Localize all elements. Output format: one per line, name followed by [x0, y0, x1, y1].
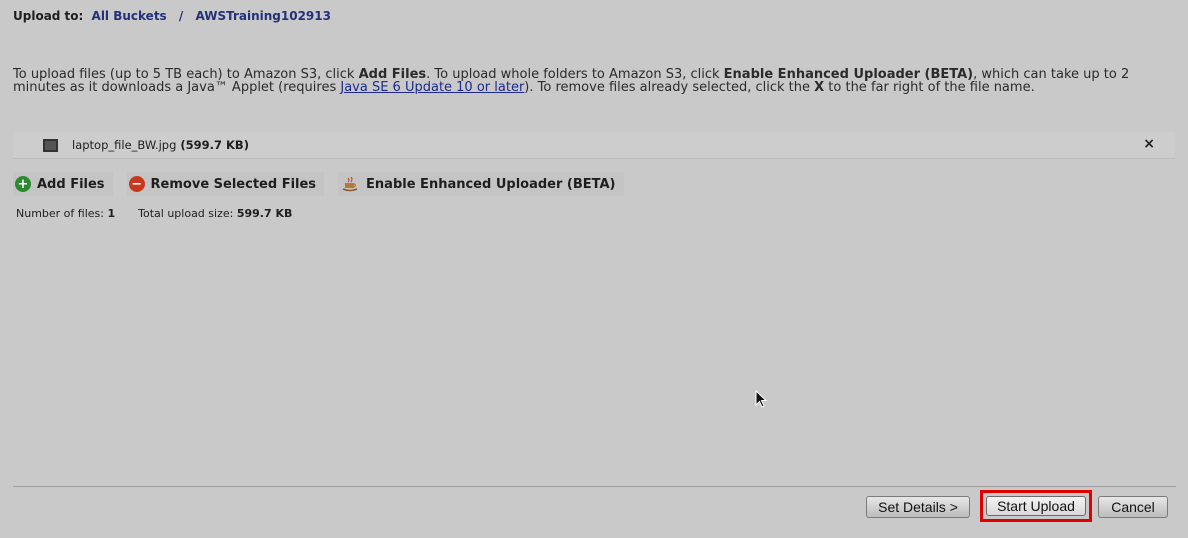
file-count-label: Number of files: — [16, 207, 104, 220]
intro-text-4: ). To remove files already selected, cli… — [524, 80, 815, 95]
set-details-button[interactable]: Set Details > — [866, 496, 970, 518]
java-icon — [340, 176, 360, 192]
intro-x: X — [814, 80, 825, 95]
enhanced-uploader-label: Enable Enhanced Uploader (BETA) — [366, 176, 616, 192]
file-toolbar: + Add Files − Remove Selected Files Enab… — [13, 172, 638, 196]
start-upload-label: Start Upload — [986, 496, 1086, 516]
image-file-icon — [43, 138, 58, 152]
upload-summary: Number of files: 1 Total upload size: 59… — [16, 207, 292, 220]
file-count-value: 1 — [107, 207, 116, 220]
breadcrumb-bucket[interactable]: AWSTraining102913 — [195, 9, 331, 23]
upload-breadcrumb: Upload to: All Buckets / AWSTraining1029… — [13, 9, 331, 23]
start-upload-button[interactable]: Start Upload — [980, 490, 1092, 522]
java-requirement-link[interactable]: Java SE 6 Update 10 or later — [340, 80, 524, 95]
remove-selected-files-button[interactable]: − Remove Selected Files — [126, 172, 325, 196]
intro-text-5: to the far right of the file name. — [824, 80, 1035, 95]
minus-icon: − — [128, 176, 145, 192]
total-size-label: Total upload size: — [138, 207, 234, 220]
add-files-button[interactable]: + Add Files — [13, 172, 113, 196]
breadcrumb-all-buckets[interactable]: All Buckets — [92, 9, 167, 23]
breadcrumb-separator: / — [178, 9, 184, 23]
file-list-item[interactable]: laptop_file_BW.jpg (599.7 KB) × — [13, 132, 1175, 159]
remove-file-icon[interactable]: × — [1143, 136, 1155, 152]
enable-enhanced-uploader-button[interactable]: Enable Enhanced Uploader (BETA) — [338, 172, 624, 196]
footer-divider — [13, 486, 1176, 487]
add-files-label: Add Files — [37, 176, 105, 192]
plus-icon: + — [15, 176, 31, 192]
upload-instructions: To upload files (up to 5 TB each) to Ama… — [13, 68, 1173, 94]
total-size-value: 599.7 KB — [236, 207, 293, 220]
file-size: (599.7 KB) — [180, 138, 249, 152]
remove-selected-label: Remove Selected Files — [150, 176, 317, 192]
cancel-button[interactable]: Cancel — [1098, 496, 1168, 518]
upload-to-label: Upload to: — [13, 9, 84, 23]
file-name: laptop_file_BW.jpg — [72, 138, 177, 152]
